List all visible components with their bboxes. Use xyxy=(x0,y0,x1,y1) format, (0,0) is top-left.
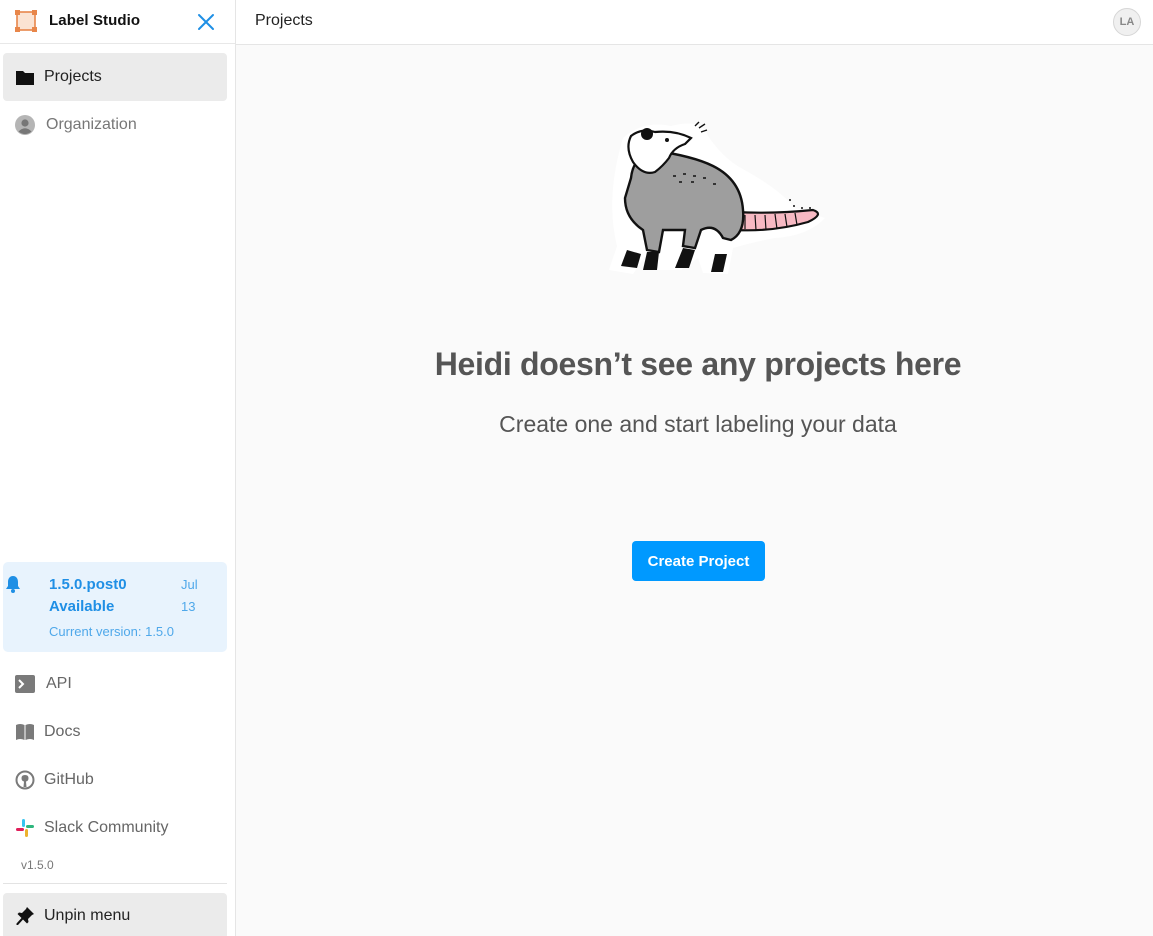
sidebar-link-github[interactable]: GitHub xyxy=(3,760,227,800)
sidebar-item-projects[interactable]: Projects xyxy=(3,53,227,101)
brand-header: Label Studio xyxy=(0,0,235,44)
page-title: Projects xyxy=(255,12,313,29)
empty-state-subtitle: Create one and start labeling your data xyxy=(499,411,897,437)
create-project-button[interactable]: Create Project xyxy=(632,541,765,581)
update-version: 1.5.0.post0 Available xyxy=(49,574,159,618)
update-version-number: 1.5.0.post0 xyxy=(49,576,127,593)
update-available-label: Available xyxy=(49,598,115,615)
sidebar-item-organization[interactable]: Organization xyxy=(3,101,227,149)
unpin-menu-button[interactable]: Unpin menu xyxy=(3,893,227,936)
empty-state: Heidi doesn’t see any projects here Crea… xyxy=(236,45,1153,936)
person-icon xyxy=(15,115,35,135)
close-menu-button[interactable] xyxy=(194,10,218,34)
sidebar-link-label: Slack Community xyxy=(44,819,169,836)
github-icon xyxy=(15,770,35,790)
user-avatar[interactable]: LA xyxy=(1113,8,1141,36)
bell-icon xyxy=(6,576,20,593)
app-root: Label Studio Projects Organization 1.5.0… xyxy=(0,0,1153,936)
brand-name: Label Studio xyxy=(49,12,141,29)
sidebar-link-docs[interactable]: Docs xyxy=(3,712,227,752)
update-date: Jul 13 xyxy=(181,574,211,618)
close-icon xyxy=(198,14,214,30)
terminal-icon xyxy=(15,674,35,694)
app-version-tag: v1.5.0 xyxy=(21,858,54,872)
sidebar-item-label: Projects xyxy=(44,68,102,85)
top-bar: Projects LA xyxy=(236,0,1153,45)
sidebar-divider xyxy=(3,883,227,884)
update-date-day: 13 xyxy=(181,599,196,614)
update-available-card[interactable]: 1.5.0.post0 Available Jul 13 Current ver… xyxy=(3,562,227,652)
sidebar-link-api[interactable]: API xyxy=(3,664,227,704)
sidebar-item-label: Organization xyxy=(46,116,137,133)
sidebar-link-slack[interactable]: Slack Community xyxy=(3,808,227,848)
pin-icon xyxy=(15,906,35,926)
label-studio-logo-icon xyxy=(15,10,37,32)
book-icon xyxy=(15,722,35,742)
sidebar-link-label: GitHub xyxy=(44,771,94,788)
current-version-text: Current version: 1.5.0 xyxy=(49,624,175,639)
folder-icon xyxy=(15,67,35,87)
empty-state-title: Heidi doesn’t see any projects here xyxy=(434,346,962,382)
sidebar: Label Studio Projects Organization 1.5.0… xyxy=(0,0,236,936)
opossum-illustration xyxy=(609,121,825,275)
sidebar-link-label: API xyxy=(46,675,72,692)
slack-icon xyxy=(15,818,35,838)
sidebar-link-label: Docs xyxy=(44,723,81,740)
unpin-menu-label: Unpin menu xyxy=(44,907,131,924)
update-date-month: Jul xyxy=(181,577,198,592)
